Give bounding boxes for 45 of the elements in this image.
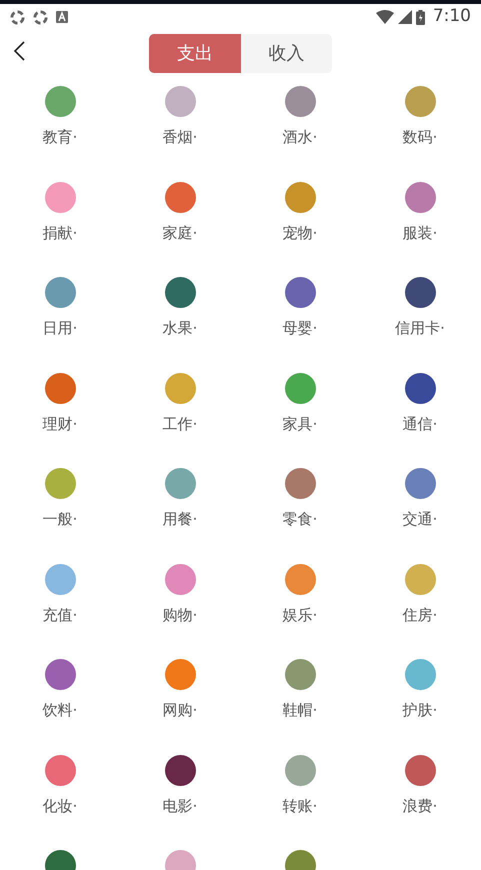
category-label[interactable]: 酒水· xyxy=(282,126,318,148)
category-label[interactable]: 理财· xyxy=(42,412,78,435)
category-icon[interactable] xyxy=(164,754,196,786)
category-label[interactable]: 日用· xyxy=(42,317,78,340)
category-label[interactable]: 教育· xyxy=(42,126,78,148)
category-label[interactable]: 用餐· xyxy=(162,508,198,530)
category-label[interactable]: 母婴· xyxy=(282,317,318,340)
category-label[interactable]: 香烟· xyxy=(162,126,198,148)
category-label[interactable]: 娱乐· xyxy=(282,604,318,626)
category-icon[interactable] xyxy=(44,659,76,690)
category-label[interactable]: 捐献· xyxy=(42,222,78,244)
category-label[interactable]: 宠物· xyxy=(282,222,318,244)
category-label[interactable]: 鞋帽· xyxy=(282,699,318,722)
category-label[interactable]: 住房· xyxy=(402,604,438,626)
tab[interactable]: 收入 xyxy=(240,34,332,73)
category-label[interactable]: 信用卡· xyxy=(395,317,445,340)
category-label[interactable]: 家庭· xyxy=(162,222,198,244)
category-icon[interactable] xyxy=(284,277,316,308)
category-label[interactable]: 充值· xyxy=(42,604,78,626)
wifi-icon xyxy=(376,10,394,24)
category-label[interactable]: 家具· xyxy=(282,412,318,435)
clock-time: 7:10 xyxy=(432,5,471,28)
category-label[interactable]: 数码· xyxy=(402,126,438,148)
category-icon[interactable] xyxy=(404,277,436,308)
category-label[interactable]: 一般· xyxy=(42,508,78,530)
category-label[interactable]: 浪费· xyxy=(402,794,438,817)
category-label[interactable]: 化妆· xyxy=(42,794,78,817)
category-label[interactable]: 购物· xyxy=(162,604,198,626)
category-label[interactable]: 零食· xyxy=(282,508,318,530)
category-icon[interactable] xyxy=(404,754,436,786)
category-label[interactable]: 服装· xyxy=(402,222,438,244)
category-label[interactable]: 电影· xyxy=(162,794,198,817)
battery-icon xyxy=(416,10,425,24)
category-label[interactable]: 水果· xyxy=(162,317,198,340)
category-label[interactable]: 网购· xyxy=(162,699,198,722)
category-label[interactable]: 护肤· xyxy=(402,699,438,722)
category-icon[interactable] xyxy=(404,372,436,404)
category-label[interactable]: 饮料· xyxy=(42,699,78,722)
tab[interactable]: 支出 xyxy=(149,34,240,73)
category-label[interactable]: 转账· xyxy=(282,794,318,817)
category-icon[interactable] xyxy=(164,277,196,308)
category-label[interactable]: 工作· xyxy=(162,412,198,435)
category-label[interactable]: 交通· xyxy=(402,508,438,530)
signal-icon xyxy=(398,10,412,24)
category-label[interactable]: 通信· xyxy=(402,412,438,435)
